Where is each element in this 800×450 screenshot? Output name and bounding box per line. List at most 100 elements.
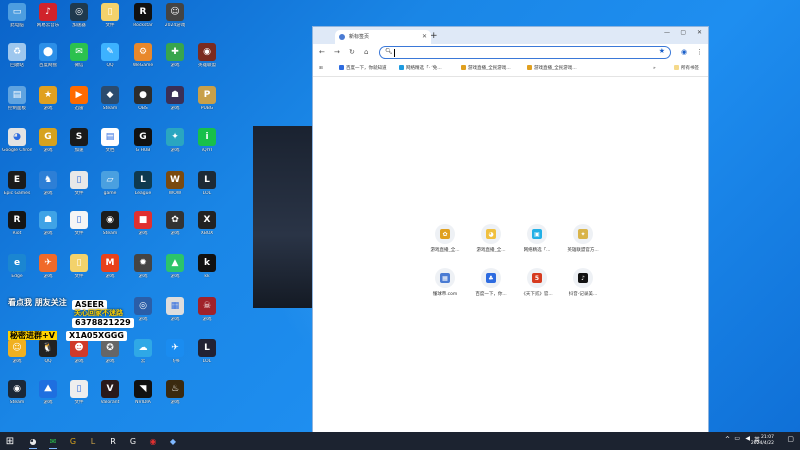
menu-icon[interactable]: ⋮ [696, 47, 703, 57]
desktop-icon[interactable]: W WOW [160, 170, 190, 206]
profile-icon[interactable]: ◉ [681, 47, 687, 57]
taskbar-chrome-icon[interactable]: ◕ [26, 434, 40, 449]
desktop-icon[interactable]: ⬤ 百度网盘 [33, 42, 63, 78]
desktop-icon[interactable]: ▭ 此电脑 [2, 2, 32, 38]
desktop-icon[interactable]: ✹ 游戏 [128, 253, 158, 289]
desktop-icon[interactable]: ◉ Steam [95, 210, 125, 246]
start-button[interactable]: ⊞ [3, 434, 17, 448]
shortcut-tile[interactable]: ◕ 游戏直播_全... [471, 224, 511, 253]
desktop-icon[interactable]: ♻ 回收站 [2, 42, 32, 78]
taskbar-game1-icon[interactable]: G [66, 434, 80, 448]
bookmarks-overflow-button[interactable]: » [653, 65, 656, 73]
desktop-icon[interactable]: ▯ 文件 [64, 210, 94, 246]
desktop-icon[interactable]: X XBOX [192, 210, 222, 246]
desktop-icon[interactable]: V Valorant [95, 379, 125, 415]
taskbar-app1-icon[interactable]: ◉ [146, 434, 160, 448]
desktop-icon[interactable]: ☁ 云 [128, 338, 158, 374]
desktop-icon[interactable]: P PUBG [192, 85, 222, 121]
desktop-icon[interactable]: ☺ 2024游戏 [160, 2, 190, 38]
desktop-icon[interactable]: ✚ 游戏 [160, 42, 190, 78]
desktop-icon[interactable]: ● OBS [128, 85, 158, 121]
apps-grid-icon[interactable]: ⊞ [319, 65, 323, 73]
desktop-icon[interactable]: ☠ 游戏 [192, 296, 222, 332]
taskbar-game2-icon[interactable]: G [126, 434, 140, 448]
shortcut-tile[interactable]: ✿ 游戏直播_全... [425, 224, 465, 253]
taskbar-wechat-icon[interactable]: ✉ [46, 434, 60, 449]
desktop-icon[interactable]: R Riot [2, 210, 32, 246]
taskbar-steam-icon[interactable]: ◆ [166, 434, 180, 448]
shortcut-tile[interactable]: ♪ 抖音-记录美... [563, 268, 603, 297]
bookmark-item[interactable]: 网络精选「· ‘免… [399, 65, 442, 73]
desktop-icon[interactable]: ▶ 迅雷 [64, 85, 94, 121]
desktop-icon[interactable]: ☗ 游戏 [33, 210, 63, 246]
desktop-icon[interactable]: ✦ 游戏 [160, 127, 190, 163]
desktop-icon[interactable]: ✿ 游戏 [160, 210, 190, 246]
desktop-icon[interactable]: ✈ 飞书 [160, 338, 190, 374]
notification-icon[interactable]: ▢ [787, 435, 794, 443]
desktop-icon[interactable]: ⛰ 游戏 [33, 379, 63, 415]
desktop-icon[interactable]: ◥ NVIDIA [128, 379, 158, 415]
desktop-icon[interactable]: ▤ 控制面板 [2, 85, 32, 121]
desktop-icon[interactable]: ▯ 文件 [64, 253, 94, 289]
desktop-icon[interactable]: ♞ 游戏 [33, 170, 63, 206]
bookmark-star-icon[interactable]: ★ [659, 47, 665, 55]
reload-button[interactable]: ↻ [349, 47, 355, 57]
forward-button[interactable]: → [334, 47, 340, 57]
desktop-icon[interactable]: ✎ QQ [95, 42, 125, 78]
desktop-icon[interactable]: R Rockstar [128, 2, 158, 38]
desktop-icon[interactable]: ◎ 加速器 [64, 2, 94, 38]
desktop-icon[interactable]: L League [128, 170, 158, 206]
desktop-icon[interactable]: ⚙ WeGame [128, 42, 158, 78]
desktop-icon[interactable]: ▦ 游戏 [160, 296, 190, 332]
bookmark-item[interactable]: 游戏直播_全民游戏… [461, 65, 511, 73]
desktop-icon[interactable]: E Epic Games [2, 170, 32, 206]
desktop-icon[interactable]: ▯ 文件 [64, 170, 94, 206]
address-bar[interactable]: 🔍︎ ★ [379, 46, 671, 59]
shortcut-tile[interactable]: ♣ 百度一下，你... [471, 268, 511, 297]
desktop-icon[interactable]: S 加速 [64, 127, 94, 163]
desktop-icon[interactable]: ♪ 网易云音乐 [33, 2, 63, 38]
network-icon[interactable]: ▭ [734, 435, 740, 442]
desktop-icon[interactable]: ✪ 游戏 [95, 338, 125, 374]
back-button[interactable]: ← [319, 47, 325, 57]
shortcut-tile[interactable]: ✦ 英雄联盟官方... [563, 224, 603, 253]
desktop-icon[interactable]: ◕ Google Chrome [2, 127, 32, 163]
desktop-icon[interactable]: ♨ 游戏 [160, 379, 190, 415]
desktop-icon[interactable]: ■ 游戏 [128, 210, 158, 246]
desktop-icon[interactable]: L LOL [192, 170, 222, 206]
all-bookmarks-button[interactable]: 所有书签 [674, 65, 699, 73]
shortcut-tile[interactable]: ▦ 懂球帝.com [425, 268, 465, 297]
tray-expand-icon[interactable]: ^ [725, 436, 730, 443]
volume-icon[interactable]: ◀ [745, 435, 750, 442]
desktop-icon[interactable]: G 游戏 [33, 127, 63, 163]
clock[interactable]: 21:07 2024/4/22 [751, 435, 774, 446]
maximize-button[interactable]: ▢ [680, 29, 686, 36]
desktop-icon[interactable]: ▤ 文档 [95, 127, 125, 163]
bookmark-item[interactable]: 百度一下，你就知道 [339, 65, 387, 73]
desktop-icon[interactable]: ▲ 游戏 [160, 253, 190, 289]
shortcut-tile[interactable]: 5 《天下贰》官... [517, 268, 557, 297]
desktop-icon[interactable]: ☗ 游戏 [160, 85, 190, 121]
desktop-icon[interactable]: L LOL [192, 338, 222, 374]
desktop-icon[interactable]: ◉ 英雄联盟 [192, 42, 222, 78]
desktop-icon[interactable]: ▯ 文件 [95, 2, 125, 38]
desktop-icon[interactable]: ◉ Steam [2, 379, 32, 415]
new-tab-button[interactable]: + [430, 30, 438, 42]
desktop-icon[interactable]: k kk [192, 253, 222, 289]
desktop-icon[interactable]: M 游戏 [95, 253, 125, 289]
desktop-icon[interactable]: ✉ 微信 [64, 42, 94, 78]
desktop-icon[interactable]: G G HUB [128, 127, 158, 163]
taskbar-riot-icon[interactable]: R [106, 434, 120, 448]
bookmark-item[interactable]: 游戏直播_全民游戏… [527, 65, 577, 73]
close-window-button[interactable]: ✕ [697, 29, 702, 36]
desktop-icon[interactable]: i iQIYI [192, 127, 222, 163]
tab-close-icon[interactable]: ✕ [422, 30, 427, 44]
desktop-icon[interactable]: 🐧 QQ [33, 338, 63, 374]
minimize-button[interactable]: — [664, 29, 670, 36]
home-button[interactable]: ⌂ [364, 47, 368, 57]
desktop-icon[interactable]: ▱ game [95, 170, 125, 206]
desktop-icon[interactable]: ✈ 游戏 [33, 253, 63, 289]
desktop-icon[interactable]: e Edge [2, 253, 32, 289]
taskbar-lol-icon[interactable]: L [86, 434, 100, 448]
desktop-icon[interactable]: ◆ Steam [95, 85, 125, 121]
